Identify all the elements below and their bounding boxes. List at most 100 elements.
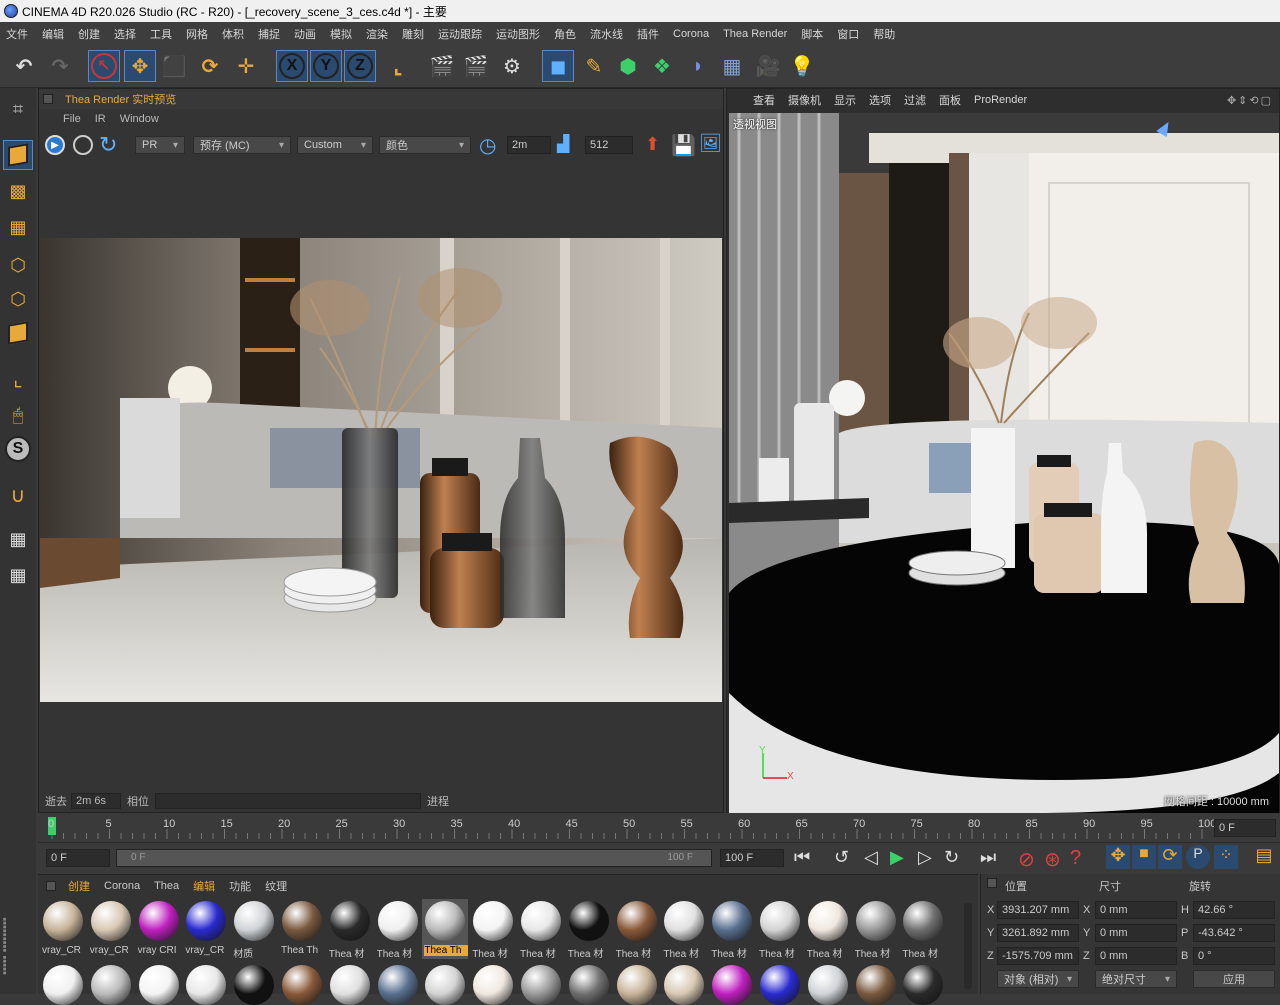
material-preview-icon[interactable] bbox=[664, 965, 705, 1005]
texture-mode-icon[interactable]: ▩ bbox=[3, 176, 33, 206]
menu-motion-tracking[interactable]: 运动跟踪 bbox=[438, 26, 482, 42]
key-position-icon[interactable]: ✥ bbox=[1106, 845, 1130, 869]
polygons-mode-icon[interactable] bbox=[3, 318, 33, 348]
select-tool-icon[interactable]: ↖ bbox=[88, 50, 120, 82]
scheme-icon[interactable]: ▤ bbox=[1252, 845, 1276, 869]
material-item[interactable]: vray_CR bbox=[88, 899, 134, 959]
apply-button[interactable]: 应用 bbox=[1193, 970, 1275, 988]
camera-icon[interactable]: 🎥 bbox=[752, 50, 784, 82]
material-item[interactable]: Thea 材 bbox=[757, 899, 803, 960]
coordinate-system-icon[interactable]: ⌞ bbox=[382, 50, 414, 82]
z-axis-lock-button[interactable]: Z bbox=[344, 50, 376, 82]
material-item[interactable]: vray CRI bbox=[136, 899, 182, 959]
menu-script[interactable]: 脚本 bbox=[801, 26, 823, 42]
subdivision-icon[interactable]: ⬢ bbox=[612, 50, 644, 82]
start-frame-field[interactable]: 0 F bbox=[46, 849, 110, 867]
material-scrollbar[interactable] bbox=[964, 903, 972, 989]
stop-render-icon[interactable] bbox=[73, 135, 93, 155]
viewport-menu-options[interactable]: 选项 bbox=[869, 92, 891, 108]
panel-grip-icon[interactable] bbox=[46, 881, 56, 891]
key-parameter-icon[interactable]: P bbox=[1186, 845, 1210, 869]
render-view-icon[interactable]: 🎬 bbox=[426, 50, 458, 82]
material-item[interactable]: Thea 材 bbox=[566, 899, 612, 960]
workplane-lock-icon[interactable]: ▦ bbox=[3, 524, 33, 554]
viewport-canvas[interactable]: 透视视图 Y X 网格间距 : 10000 mm bbox=[729, 113, 1279, 813]
refresh-render-icon[interactable]: ↻ bbox=[99, 132, 117, 158]
menu-file[interactable]: 文件 bbox=[6, 26, 28, 42]
size-x-field[interactable]: 0 mm bbox=[1095, 901, 1177, 919]
floor-environment-icon[interactable]: ▦ bbox=[716, 50, 748, 82]
cloner-icon[interactable]: ❖ bbox=[646, 50, 678, 82]
end-frame-field[interactable]: 100 F bbox=[720, 849, 784, 867]
thea-menu-file[interactable]: File bbox=[63, 113, 81, 125]
save-image-icon[interactable]: 💾 bbox=[671, 133, 696, 158]
menu-mograph[interactable]: 运动图形 bbox=[496, 26, 540, 42]
custom-dropdown[interactable]: Custom bbox=[297, 136, 373, 154]
material-preview-icon[interactable] bbox=[43, 965, 83, 1005]
material-preview-icon[interactable] bbox=[712, 965, 753, 1005]
transform-tool-icon[interactable]: ✛ bbox=[230, 50, 262, 82]
make-editable-icon[interactable]: ⌗ bbox=[3, 94, 33, 124]
magnet-icon[interactable]: ∪ bbox=[3, 480, 33, 510]
material-item[interactable]: vray_CR bbox=[183, 899, 229, 959]
keyframe-selection-icon[interactable]: ? bbox=[1070, 847, 1081, 870]
workplane-mode-icon[interactable]: ▦ bbox=[3, 212, 33, 242]
timeline-ruler[interactable]: 0 5 10 15 20 25 30 35 40 45 50 55 60 65 70 75 80 85 90 95 10… bbox=[38, 815, 1280, 841]
menu-simulate[interactable]: 模拟 bbox=[330, 26, 352, 42]
frame-range-slider[interactable]: 0 F 100 F bbox=[116, 849, 712, 867]
save-region-icon[interactable]: ⬆ bbox=[645, 134, 660, 155]
material-preview-icon[interactable] bbox=[616, 965, 657, 1005]
preset-dropdown[interactable]: 预存 (MC) bbox=[193, 136, 291, 154]
key-pla-icon[interactable]: ⁘ bbox=[1214, 845, 1238, 869]
viewport-menu-prorender[interactable]: ProRender bbox=[974, 94, 1027, 106]
points-mode-icon[interactable]: ⬡ bbox=[3, 250, 33, 280]
viewport-menu-panel[interactable]: 面板 bbox=[939, 92, 961, 108]
move-tool-icon[interactable]: ✥ bbox=[124, 50, 156, 82]
viewport-nav-icons[interactable]: ✥⇕⟲▢ bbox=[1227, 94, 1273, 107]
light-icon[interactable]: 💡 bbox=[786, 50, 818, 82]
open-image-icon[interactable]: 🖼 bbox=[699, 133, 722, 154]
menu-select[interactable]: 选择 bbox=[114, 26, 136, 42]
material-preview-icon[interactable] bbox=[329, 965, 370, 1005]
next-frame-icon[interactable]: ▷ bbox=[918, 847, 932, 868]
material-tab-corona[interactable]: Corona bbox=[104, 880, 140, 892]
rot-h-field[interactable]: 42.66 ° bbox=[1193, 901, 1275, 919]
material-preview-icon[interactable] bbox=[807, 965, 848, 1005]
material-tab-create[interactable]: 创建 bbox=[68, 878, 90, 894]
menu-mesh[interactable]: 网格 bbox=[186, 26, 208, 42]
viewport-menu-cameras[interactable]: 摄像机 bbox=[788, 92, 821, 108]
material-item[interactable]: vray_CR bbox=[40, 899, 86, 959]
material-item[interactable]: Thea 材 bbox=[853, 899, 899, 960]
cube-primitive-icon[interactable]: ◼ bbox=[542, 50, 574, 82]
menu-sculpt[interactable]: 雕刻 bbox=[402, 26, 424, 42]
size-z-field[interactable]: 0 mm bbox=[1095, 947, 1177, 965]
scale-tool-icon[interactable]: ⬛ bbox=[158, 50, 190, 82]
menu-window[interactable]: 窗口 bbox=[837, 26, 859, 42]
go-to-end-icon[interactable]: ⏭ bbox=[980, 847, 996, 868]
material-item[interactable]: Thea Th bbox=[422, 899, 469, 959]
play-forward-icon[interactable]: ▶ bbox=[890, 847, 904, 868]
autokey-icon[interactable]: ⊛ bbox=[1044, 847, 1061, 872]
previous-frame-icon[interactable]: ◁ bbox=[864, 847, 878, 868]
material-preview-icon[interactable] bbox=[282, 965, 322, 1005]
current-frame-field[interactable]: 0 F bbox=[1214, 819, 1276, 837]
panel-grip-icon[interactable] bbox=[987, 878, 997, 888]
material-item[interactable]: Thea 材 bbox=[470, 899, 516, 960]
render-settings-icon[interactable]: ⚙ bbox=[496, 50, 528, 82]
edges-mode-icon[interactable]: ⬡ bbox=[3, 284, 33, 314]
channel-dropdown[interactable]: 颜色 bbox=[379, 136, 471, 154]
next-key-icon[interactable]: ↻ bbox=[944, 847, 959, 868]
samples-field[interactable]: 512 bbox=[585, 136, 633, 154]
axis-mode-icon[interactable]: ⌞ bbox=[3, 364, 33, 394]
spline-pen-icon[interactable]: ✎ bbox=[578, 50, 610, 82]
material-preview-icon[interactable] bbox=[377, 965, 418, 1005]
material-item[interactable]: Thea 材 bbox=[375, 899, 421, 960]
pos-y-field[interactable]: 3261.892 mm bbox=[997, 924, 1079, 942]
pos-z-field[interactable]: -1575.709 mm bbox=[997, 947, 1079, 965]
material-item[interactable]: Thea 材 bbox=[900, 899, 946, 960]
model-mode-icon[interactable] bbox=[3, 140, 33, 170]
redo-icon[interactable]: ↷ bbox=[44, 50, 76, 82]
material-preview-icon[interactable] bbox=[425, 965, 466, 1005]
material-tab-function[interactable]: 功能 bbox=[229, 878, 251, 894]
material-item[interactable]: Thea 材 bbox=[614, 899, 660, 960]
